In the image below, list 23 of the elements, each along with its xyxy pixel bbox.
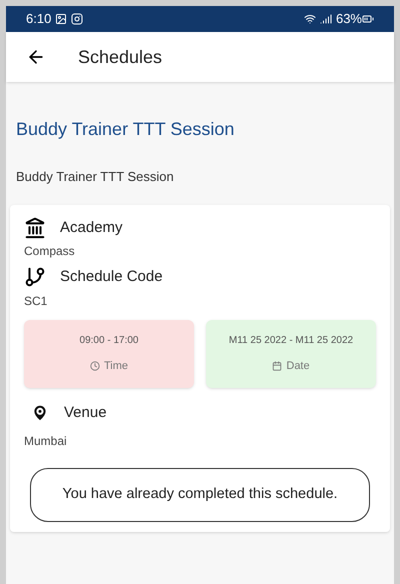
session-title: Buddy Trainer TTT Session — [16, 118, 236, 141]
detail-value: SC1 — [24, 292, 48, 310]
tile-value: 09:00 - 17:00 — [80, 334, 138, 348]
detail-value: Compass — [24, 243, 76, 260]
tile-label: Date — [286, 358, 310, 374]
tile-label: Time — [104, 358, 128, 374]
status-time: 6:10 — [26, 10, 52, 28]
branch-icon — [24, 266, 46, 288]
venue-label: Venue — [64, 402, 107, 422]
clock-icon — [90, 361, 100, 371]
battery-level: 63% — [336, 10, 362, 28]
battery-icon — [362, 13, 374, 25]
image-icon — [55, 13, 68, 25]
bank-icon — [24, 216, 46, 239]
completed-notice: You have already completed this schedule. — [30, 468, 370, 522]
app-bar-title: Schedules — [78, 46, 162, 68]
venue-value: Mumbai — [24, 433, 68, 450]
calendar-icon — [272, 361, 282, 371]
detail-label: Schedule Code — [60, 267, 163, 287]
detail-label: Academy — [60, 218, 123, 238]
session-description: Buddy Trainer TTT Session — [16, 168, 175, 186]
tile-value: M11 25 2022 - M11 25 2022 — [228, 334, 354, 348]
camera-icon — [71, 13, 84, 25]
